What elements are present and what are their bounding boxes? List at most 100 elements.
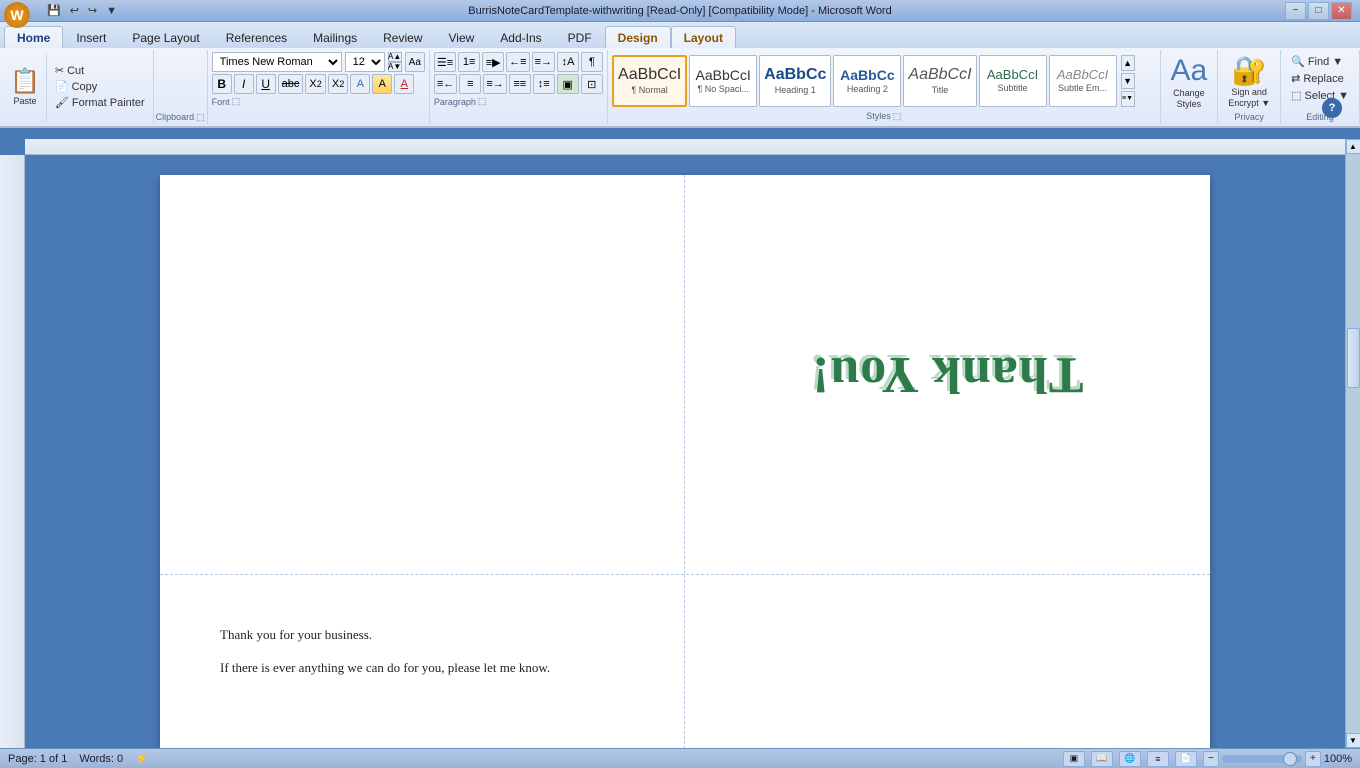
full-reading-view-button[interactable]: 📖 xyxy=(1091,751,1113,767)
strikethrough-button[interactable]: abc xyxy=(278,74,304,94)
tab-page-layout[interactable]: Page Layout xyxy=(119,26,212,48)
cut-button[interactable]: ✂ Cut xyxy=(51,63,149,78)
tab-view[interactable]: View xyxy=(436,26,488,48)
document-bottom-left[interactable]: Thank you for your business. If there is… xyxy=(160,575,685,748)
office-logo: W xyxy=(10,7,23,23)
scrollbar-track[interactable] xyxy=(1346,154,1360,733)
para-expand-icon[interactable]: ⬚ xyxy=(478,96,487,107)
tab-add-ins[interactable]: Add-Ins xyxy=(487,26,554,48)
font-size-select[interactable]: 12 xyxy=(345,52,385,72)
change-styles-button[interactable]: Aa Change Styles xyxy=(1167,52,1212,112)
italic-button[interactable]: I xyxy=(234,74,254,94)
style-no-spacing-button[interactable]: AaBbCcI ¶ No Spaci... xyxy=(689,55,757,107)
content-para2: If there is ever anything we can do for … xyxy=(220,658,624,679)
zoom-bar[interactable] xyxy=(1222,755,1302,763)
style-subtitle-button[interactable]: AaBbCcI Subtitle xyxy=(979,55,1047,107)
shading-button[interactable]: ▣ xyxy=(557,74,579,94)
macro-icon[interactable]: ⚡ xyxy=(135,752,149,765)
style-heading1-button[interactable]: AaBbCc Heading 1 xyxy=(759,55,831,107)
zoom-in-button[interactable]: + xyxy=(1305,751,1321,767)
font-color-button[interactable]: A xyxy=(394,74,414,94)
increase-font-size-button[interactable]: A▲ xyxy=(388,52,402,62)
web-layout-view-button[interactable]: 🌐 xyxy=(1119,751,1141,767)
decrease-indent-button[interactable]: ←≡ xyxy=(506,52,529,72)
tab-home[interactable]: Home xyxy=(4,26,63,48)
scrollbar-down-arrow[interactable]: ▼ xyxy=(1346,733,1360,748)
clear-formatting-button[interactable]: Aa xyxy=(405,52,425,72)
increase-indent-button[interactable]: ≡→ xyxy=(532,52,555,72)
show-hide-button[interactable]: ¶ xyxy=(581,52,603,72)
numbering-button[interactable]: 1≡ xyxy=(458,52,480,72)
draft-view-button[interactable]: 📄 xyxy=(1175,751,1197,767)
styles-label-text: Styles xyxy=(866,111,891,121)
window-title: BurrisNoteCardTemplate-withwriting [Read… xyxy=(468,5,891,17)
clipboard-expand-icon[interactable]: ⬚ xyxy=(196,112,205,123)
close-button[interactable]: ✕ xyxy=(1331,2,1352,20)
cut-icon: ✂ xyxy=(55,64,64,77)
paste-button[interactable]: 📋 Paste xyxy=(4,52,47,122)
highlight-button[interactable]: A xyxy=(372,74,392,94)
copy-icon: 📄 xyxy=(55,80,69,93)
multilevel-button[interactable]: ≡▶ xyxy=(482,52,504,72)
tab-design[interactable]: Design xyxy=(605,26,671,48)
minimize-button[interactable]: − xyxy=(1285,2,1306,20)
align-left-button[interactable]: ≡← xyxy=(434,74,457,94)
bullets-button[interactable]: ☰≡ xyxy=(434,52,456,72)
find-button[interactable]: 🔍 Find ▼ xyxy=(1287,54,1353,69)
replace-icon: ⇄ xyxy=(1291,72,1300,85)
scrollbar-thumb[interactable] xyxy=(1347,328,1360,388)
sort-button[interactable]: ↕A xyxy=(557,52,579,72)
tab-pdf[interactable]: PDF xyxy=(555,26,605,48)
tab-references[interactable]: References xyxy=(213,26,300,48)
decrease-font-size-button[interactable]: A▼ xyxy=(388,62,402,72)
sign-encrypt-label: Sign and Encrypt ▼ xyxy=(1228,87,1270,109)
font-label-text: Font xyxy=(212,97,230,107)
redo-button[interactable]: ↪ xyxy=(85,3,100,18)
underline-button[interactable]: U xyxy=(256,74,276,94)
office-button[interactable]: W xyxy=(4,2,30,28)
copy-button[interactable]: 📄 Copy xyxy=(51,79,149,94)
format-painter-button[interactable]: 🖌 Format Painter xyxy=(51,95,149,110)
paste-label: Paste xyxy=(13,96,36,106)
zoom-out-button[interactable]: − xyxy=(1203,751,1219,767)
styles-expand-icon[interactable]: ⬚ xyxy=(893,111,902,122)
align-right-button[interactable]: ≡→ xyxy=(483,74,506,94)
styles-more[interactable]: ≡▼ xyxy=(1121,91,1135,107)
borders-button[interactable]: ⊡ xyxy=(581,74,603,94)
style-normal-button[interactable]: AaBbCcI ¶ Normal xyxy=(612,55,687,107)
tab-mailings[interactable]: Mailings xyxy=(300,26,370,48)
justify-button[interactable]: ≡≡ xyxy=(509,74,531,94)
sign-encrypt-button[interactable]: 🔐 Sign and Encrypt ▼ xyxy=(1224,52,1274,111)
scrollbar-up-arrow[interactable]: ▲ xyxy=(1346,139,1360,154)
font-name-select[interactable]: Times New Roman xyxy=(212,52,342,72)
superscript-button[interactable]: X2 xyxy=(328,74,348,94)
restore-button[interactable]: □ xyxy=(1308,2,1329,20)
line-spacing-button[interactable]: ↕≡ xyxy=(533,74,555,94)
outline-view-button[interactable]: ≡ xyxy=(1147,751,1169,767)
font-expand-icon[interactable]: ⬚ xyxy=(232,96,241,107)
print-layout-view-button[interactable]: ▣ xyxy=(1063,751,1085,767)
ruler-left xyxy=(0,155,25,748)
bold-button[interactable]: B xyxy=(212,74,232,94)
styles-scroll-up[interactable]: ▲ xyxy=(1121,55,1135,71)
thank-you-container: Thank You! xyxy=(705,195,1190,554)
select-button[interactable]: ⬚ Select ▼ xyxy=(1287,88,1353,103)
replace-button[interactable]: ⇄ Replace xyxy=(1287,71,1353,86)
undo-button[interactable]: ↩ xyxy=(67,3,82,18)
tab-insert[interactable]: Insert xyxy=(63,26,119,48)
tab-review[interactable]: Review xyxy=(370,26,435,48)
style-heading1-preview: AaBbCc xyxy=(764,67,826,83)
style-heading2-button[interactable]: AaBbCc Heading 2 xyxy=(833,55,901,107)
save-button[interactable]: 💾 xyxy=(44,3,64,18)
style-subtle-em-button[interactable]: AaBbCcI Subtle Em... xyxy=(1049,55,1117,107)
style-title-button[interactable]: AaBbCcI Title xyxy=(903,55,976,107)
align-center-button[interactable]: ≡ xyxy=(459,74,481,94)
scrollbar-vertical[interactable]: ▲ ▼ xyxy=(1345,139,1360,748)
zoom-thumb[interactable] xyxy=(1283,752,1297,766)
styles-scroll-down[interactable]: ▼ xyxy=(1121,73,1135,89)
subscript-button[interactable]: X2 xyxy=(305,74,325,94)
customize-qa-button[interactable]: ▼ xyxy=(103,4,120,18)
tab-layout[interactable]: Layout xyxy=(671,26,736,48)
text-effects-button[interactable]: A xyxy=(350,74,370,94)
help-button[interactable]: ? xyxy=(1322,98,1342,118)
